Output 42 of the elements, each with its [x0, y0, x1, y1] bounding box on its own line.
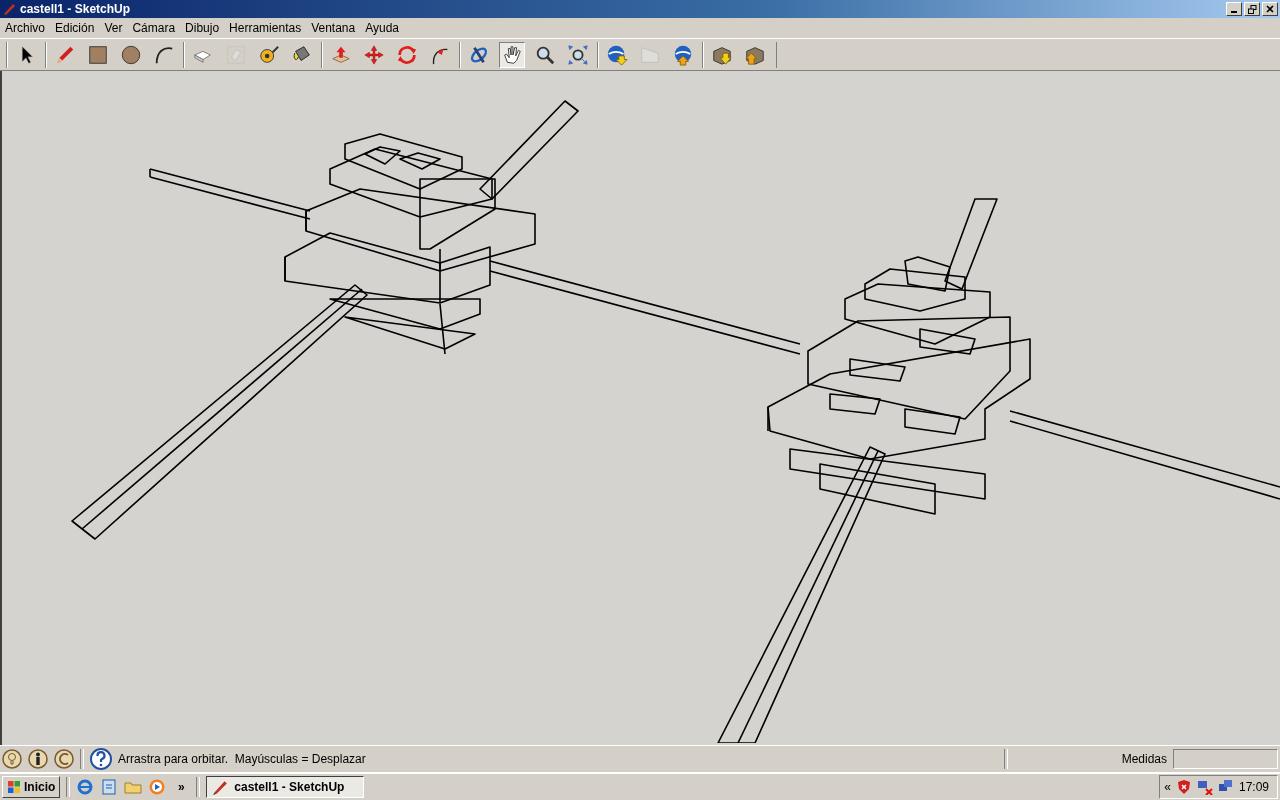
shield-alert-icon[interactable] — [1175, 779, 1192, 795]
globe-up-arrow-icon — [672, 43, 694, 66]
menu-item[interactable]: Archivo — [0, 21, 50, 35]
media-player-icon[interactable] — [148, 778, 167, 796]
taskbar-button[interactable]: castell1 - SketchUp — [206, 776, 365, 798]
menu-item[interactable]: Ayuda — [360, 21, 404, 35]
globe-down-arrow-icon — [606, 43, 628, 66]
overflow-chevron[interactable]: » — [172, 780, 191, 794]
move-arrows-icon — [363, 43, 385, 66]
window-title: castell1 - SketchUp — [20, 2, 132, 16]
status-hint: Arrastra para orbitar. Mayúsculas = Desplazar — [118, 752, 367, 766]
app-icon — [212, 779, 229, 795]
close-button[interactable] — [1262, 2, 1278, 16]
menu-item[interactable]: Ventana — [306, 21, 361, 35]
zoom-extents-icon — [567, 43, 589, 66]
circle-icon — [120, 43, 142, 66]
close-icon — [1266, 5, 1274, 13]
restore-icon — [1247, 4, 1257, 14]
menu-item[interactable]: Ver — [99, 21, 128, 35]
tool-button[interactable] — [499, 41, 525, 68]
tray-expander[interactable]: « — [1164, 780, 1171, 794]
rectangle-icon — [87, 43, 109, 66]
restore-button[interactable] — [1244, 2, 1260, 16]
dotted-box-icon — [225, 43, 247, 66]
measurements-label: Medidas — [1121, 752, 1167, 766]
network-disconnected-icon[interactable] — [1196, 779, 1213, 795]
app-icon — [2, 2, 16, 16]
lightbulb-icon — [2, 749, 22, 769]
start-button[interactable]: Inicio — [2, 776, 61, 798]
measurements-field[interactable] — [1173, 749, 1278, 769]
menu-item[interactable]: Dibujo — [180, 21, 225, 35]
rotate-arrows-icon — [396, 43, 418, 66]
hand-icon — [501, 43, 523, 66]
tape-measure-icon — [258, 43, 280, 66]
clock: 17:09 — [1238, 780, 1269, 794]
menu-item[interactable]: Cámara — [127, 21, 181, 35]
menu-item[interactable]: Edición — [50, 21, 100, 35]
menu-item[interactable]: Herramientas — [224, 21, 307, 35]
browser-e-icon[interactable] — [76, 778, 95, 796]
letter-c-icon — [54, 749, 74, 769]
minimize-button[interactable] — [1226, 2, 1242, 16]
windows-flag-icon — [7, 780, 21, 794]
